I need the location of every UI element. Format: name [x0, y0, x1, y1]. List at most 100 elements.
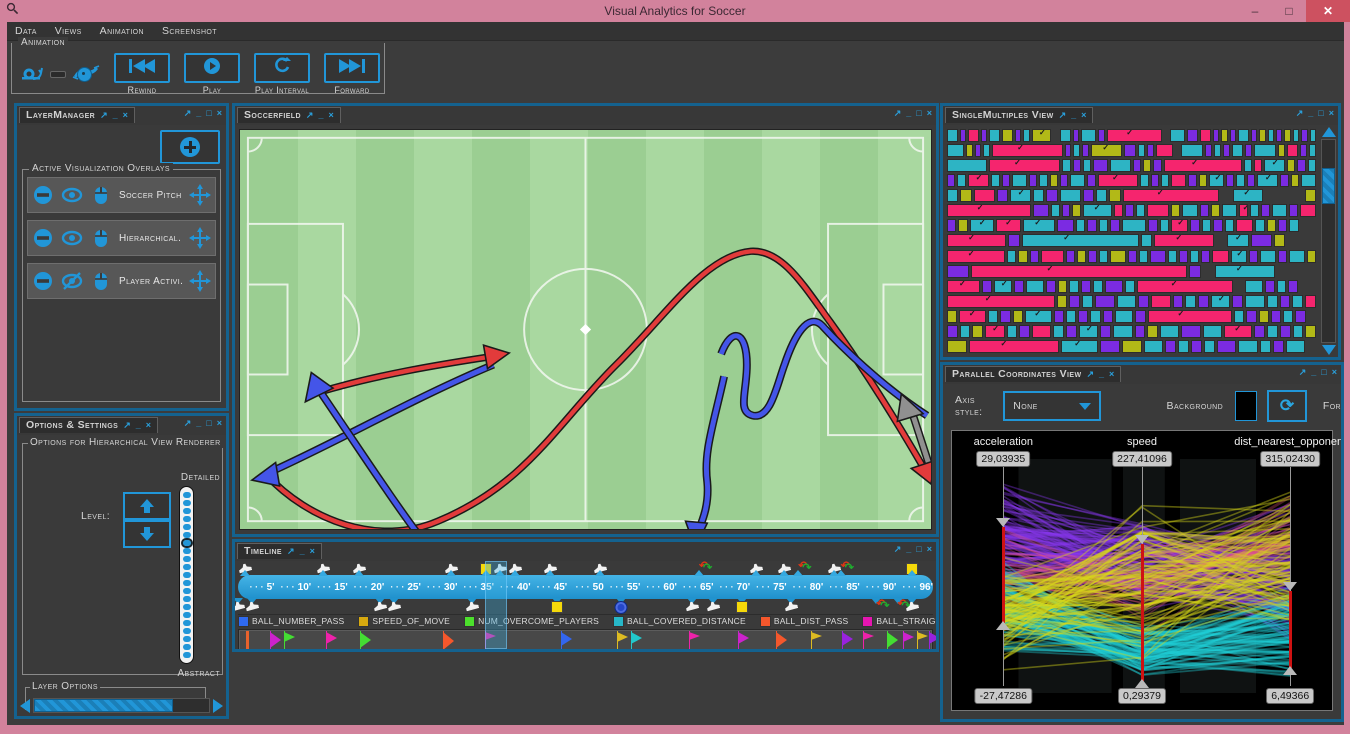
- event-flag-pennant[interactable]: [738, 632, 749, 644]
- play-interval-button[interactable]: [254, 53, 310, 83]
- panel-close-icon[interactable]: ×: [1332, 368, 1337, 377]
- event-card-icon[interactable]: [551, 601, 563, 613]
- scroll-down-icon[interactable]: [1322, 345, 1336, 355]
- multiples-row-7[interactable]: ✓✓✓✓: [947, 219, 1318, 232]
- mouse-interaction-icon[interactable]: [90, 270, 112, 292]
- options-horizontal-scrollbar[interactable]: [20, 698, 223, 713]
- selection-handle-top[interactable]: [1283, 582, 1297, 591]
- remove-layer-icon[interactable]: [32, 227, 54, 249]
- event-flag-pennant[interactable]: [689, 632, 700, 640]
- event-flag-pennant[interactable]: [811, 632, 822, 640]
- multiples-row-12[interactable]: ✓✓: [947, 295, 1318, 308]
- panel-close-icon[interactable]: ×: [217, 109, 222, 118]
- visibility-off-icon[interactable]: [61, 270, 83, 292]
- timeline-tick-60[interactable]: 60': [640, 582, 677, 593]
- selection-handle-top[interactable]: [1135, 535, 1149, 544]
- scroll-left-icon[interactable]: [20, 699, 30, 713]
- panel-float-icon[interactable]: ↗: [184, 109, 192, 118]
- soccer-pitch[interactable]: [239, 129, 932, 530]
- title-bar[interactable]: Visual Analytics for Soccer – □ ✕: [0, 0, 1350, 22]
- axis-selection-bar[interactable]: [1289, 591, 1292, 668]
- remove-layer-icon[interactable]: [32, 184, 54, 206]
- refresh-button[interactable]: ⟳: [1267, 390, 1307, 422]
- panel-maximize-icon[interactable]: □: [206, 419, 211, 428]
- timeline-tick-20[interactable]: 20': [348, 582, 385, 593]
- event-flag-pennant[interactable]: [917, 632, 928, 640]
- selection-handle-bottom[interactable]: [996, 621, 1010, 630]
- visibility-on-icon[interactable]: [61, 184, 83, 206]
- timeline-band[interactable]: 5'10'15'20'25'30'35'40'45'5055'60'65'70'…: [238, 575, 933, 599]
- event-shoe-icon[interactable]: [706, 600, 721, 613]
- multiples-row-9[interactable]: ✓✓: [947, 250, 1318, 263]
- selection-handle-top[interactable]: [996, 518, 1010, 527]
- add-layer-button[interactable]: [160, 130, 220, 164]
- panel-close-icon[interactable]: ×: [1329, 109, 1334, 118]
- timeline-selection-highlight[interactable]: [485, 561, 507, 649]
- menu-item-screenshot[interactable]: Screenshot: [162, 25, 217, 37]
- axis-selection-bar[interactable]: [1141, 544, 1144, 681]
- panel-maximize-icon[interactable]: □: [916, 545, 921, 554]
- event-flag-pennant[interactable]: [929, 632, 936, 644]
- multiples-row-1[interactable]: ✓✓: [947, 129, 1318, 142]
- tab-minimize-icon[interactable]: _: [318, 111, 323, 120]
- options-settings-tab[interactable]: Options & Settings ↗ _ ×: [19, 417, 158, 433]
- layer-row-2[interactable]: Hierarchical...: [27, 220, 216, 256]
- scroll-right-icon[interactable]: [213, 699, 223, 713]
- multiples-row-3[interactable]: ✓✓✓: [947, 159, 1318, 172]
- event-flag-pennant[interactable]: [842, 632, 853, 646]
- timeline-tick-65[interactable]: 65': [677, 582, 714, 593]
- mouse-interaction-icon[interactable]: [90, 184, 112, 206]
- panel-close-icon[interactable]: ×: [217, 419, 222, 428]
- timeline-tick-30[interactable]: 30': [421, 582, 458, 593]
- event-flag[interactable]: [246, 631, 249, 649]
- axis-selection-bar[interactable]: [1002, 527, 1005, 623]
- window-maximize-button[interactable]: □: [1272, 0, 1306, 22]
- event-flag-pennant[interactable]: [903, 632, 914, 642]
- event-shoe-icon[interactable]: [245, 600, 260, 613]
- event-flag-pennant[interactable]: [443, 632, 454, 649]
- multiples-row-15[interactable]: ✓✓: [947, 340, 1318, 353]
- axis-style-dropdown[interactable]: None: [1003, 391, 1100, 421]
- rewind-button[interactable]: [114, 53, 170, 83]
- menu-item-data[interactable]: Data: [15, 25, 37, 37]
- move-layer-icon[interactable]: [189, 270, 211, 292]
- event-shoe-icon[interactable]: [464, 600, 479, 613]
- parallel-coordinates-tab[interactable]: Parallel Coordinates View ↗ _ ×: [945, 366, 1121, 382]
- multiples-row-8[interactable]: ✓✓✓✓: [947, 234, 1318, 247]
- tab-minimize-icon[interactable]: _: [113, 111, 118, 120]
- multiples-row-6[interactable]: ✓✓✓: [947, 204, 1318, 217]
- timeline-tab[interactable]: Timeline ↗ _ ×: [237, 543, 322, 559]
- event-flag-pennant[interactable]: [284, 632, 295, 642]
- panel-float-icon[interactable]: ↗: [894, 109, 902, 118]
- tab-float-icon[interactable]: ↗: [1059, 111, 1067, 120]
- tab-float-icon[interactable]: ↗: [123, 421, 131, 430]
- panel-maximize-icon[interactable]: □: [916, 109, 921, 118]
- single-multiples-tab[interactable]: SingleMultiples View ↗ _ ×: [945, 107, 1093, 123]
- event-shoe-icon[interactable]: [372, 600, 387, 613]
- scroll-up-icon[interactable]: [1322, 127, 1336, 137]
- timeline-tick-85[interactable]: 85': [823, 582, 860, 593]
- event-flag-pennant[interactable]: [631, 632, 642, 644]
- panel-minimize-icon[interactable]: _: [1311, 368, 1316, 377]
- panel-maximize-icon[interactable]: □: [206, 109, 211, 118]
- layer-row-3[interactable]: Player Activi...: [27, 263, 216, 299]
- event-whistle-icon[interactable]: [614, 601, 627, 614]
- panel-minimize-icon[interactable]: _: [196, 419, 201, 428]
- panel-minimize-icon[interactable]: _: [1308, 109, 1313, 118]
- layer-row-1[interactable]: Soccer Pitch: [27, 177, 216, 213]
- multiples-row-4[interactable]: ✓✓✓✓: [947, 174, 1318, 187]
- selection-handle-bottom[interactable]: [1135, 679, 1149, 688]
- level-slider[interactable]: [179, 486, 194, 664]
- tab-float-icon[interactable]: ↗: [287, 547, 295, 556]
- window-minimize-button[interactable]: –: [1238, 0, 1272, 22]
- timeline-tick-90[interactable]: 90': [860, 582, 897, 593]
- multiples-row-13[interactable]: ✓✓✓: [947, 310, 1318, 323]
- timeline-tick-5[interactable]: 5': [238, 582, 275, 593]
- event-shoe-icon[interactable]: [386, 600, 401, 613]
- panel-float-icon[interactable]: ↗: [894, 545, 902, 554]
- menu-item-animation[interactable]: Animation: [100, 25, 144, 37]
- panel-minimize-icon[interactable]: _: [906, 545, 911, 554]
- panel-float-icon[interactable]: ↗: [184, 419, 192, 428]
- event-shoe-icon[interactable]: [684, 600, 699, 613]
- timeline-tick-45[interactable]: 45': [531, 582, 568, 593]
